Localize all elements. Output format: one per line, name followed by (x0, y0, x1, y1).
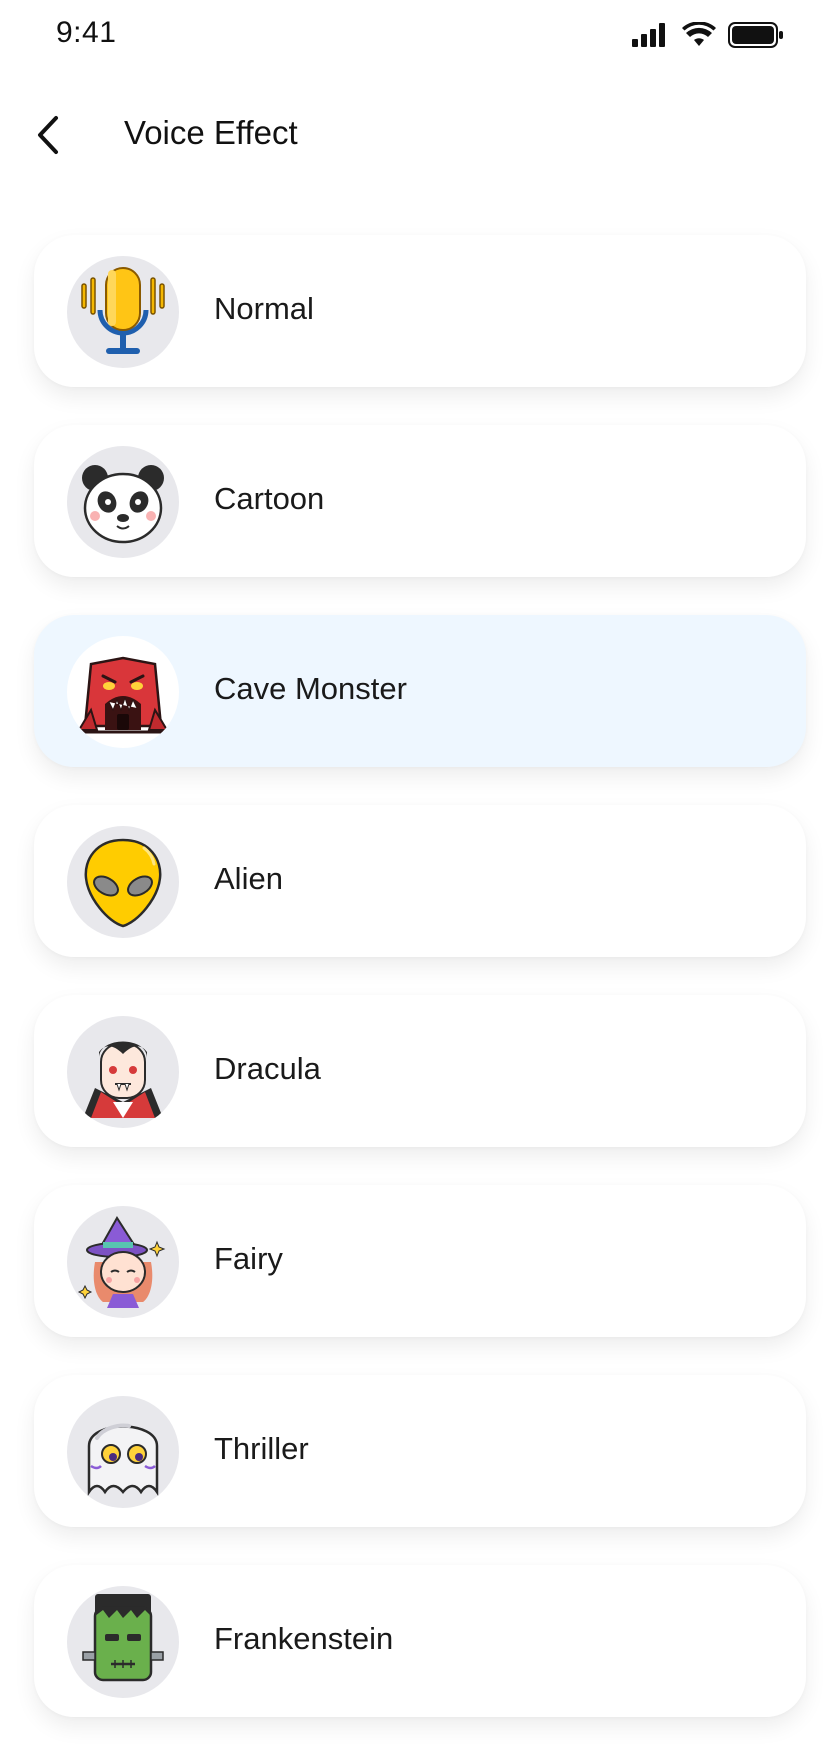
effect-card-alien[interactable]: Alien (34, 805, 806, 957)
effect-avatar (67, 636, 179, 748)
effect-label: Normal (214, 291, 314, 326)
wifi-icon (682, 22, 716, 46)
effect-label: Frankenstein (214, 1621, 394, 1656)
microphone-icon (81, 267, 165, 354)
effect-avatar (67, 256, 179, 368)
status-icons (630, 22, 784, 48)
alien-icon (84, 838, 162, 928)
effect-label: Cartoon (214, 481, 325, 516)
frankenstein-icon (82, 1594, 164, 1682)
effect-card-thriller[interactable]: Thriller (34, 1375, 806, 1527)
chevron-left-icon (38, 116, 58, 154)
panda-icon (82, 465, 164, 544)
effect-avatar (67, 826, 179, 938)
effect-label: Thriller (214, 1431, 309, 1466)
effect-avatar (67, 1586, 179, 1698)
status-time: 9:41 (56, 16, 117, 49)
effect-card-dracula[interactable]: Dracula (34, 995, 806, 1147)
effect-card-fairy[interactable]: Fairy (34, 1185, 806, 1337)
back-button[interactable] (28, 110, 68, 160)
effect-card-normal[interactable]: Normal (34, 235, 806, 387)
voice-effect-list: Normal Cartoon Cave Monster Alien Dracul… (34, 235, 806, 1755)
cave-monster-icon (77, 656, 169, 734)
effect-avatar (67, 1396, 179, 1508)
page-title: Voice Effect (124, 114, 298, 151)
effect-avatar (67, 446, 179, 558)
fairy-icon (77, 1216, 166, 1308)
status-bar: 9:41 (0, 0, 840, 70)
effect-card-cave-monster[interactable]: Cave Monster (34, 615, 806, 767)
ghost-icon (87, 1423, 159, 1497)
effect-avatar (67, 1206, 179, 1318)
effect-label: Cave Monster (214, 671, 407, 706)
signal-icon (632, 23, 665, 47)
effect-avatar (67, 1016, 179, 1128)
effect-label: Alien (214, 861, 283, 896)
effect-card-frankenstein[interactable]: Frankenstein (34, 1565, 806, 1717)
effect-label: Dracula (214, 1051, 321, 1086)
header: Voice Effect (0, 100, 840, 170)
effect-label: Fairy (214, 1241, 283, 1276)
effect-card-cartoon[interactable]: Cartoon (34, 425, 806, 577)
battery-icon (728, 22, 783, 48)
dracula-icon (83, 1041, 163, 1118)
